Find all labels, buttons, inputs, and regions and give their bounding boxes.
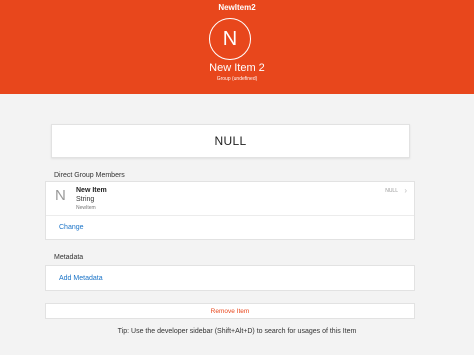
item-title: New Item 2 — [209, 62, 265, 74]
add-metadata-link[interactable]: Add Metadata — [59, 275, 103, 282]
item-group-label: Group (undefined) — [216, 76, 258, 82]
item-avatar: N — [209, 18, 251, 60]
member-type: String — [76, 196, 95, 203]
item-header: NewItem2 N New Item 2 Group (undefined) — [0, 0, 474, 94]
metadata-card: Add Metadata — [45, 265, 415, 291]
change-members-link[interactable]: Change — [59, 224, 84, 231]
item-state-value: NULL — [214, 134, 247, 148]
item-state-card: NULL — [51, 124, 410, 158]
tip-text: Tip: Use the developer sidebar (Shift+Al… — [117, 328, 357, 335]
remove-item-label: Remove Item — [210, 307, 250, 315]
member-name: New Item — [76, 187, 107, 194]
chevron-right-icon: › — [404, 186, 407, 195]
remove-item-button[interactable]: Remove Item — [45, 303, 415, 319]
member-state-value: NULL — [385, 188, 398, 194]
section-title-members: Direct Group Members — [54, 172, 125, 179]
member-avatar: N — [55, 187, 66, 204]
members-card: N New Item String NewItem NULL › Change — [45, 181, 415, 240]
section-title-metadata: Metadata — [54, 254, 84, 261]
member-id: NewItem — [76, 205, 96, 211]
window-title: NewItem2 — [218, 3, 256, 12]
list-item[interactable]: N New Item String NewItem NULL › — [46, 182, 414, 216]
